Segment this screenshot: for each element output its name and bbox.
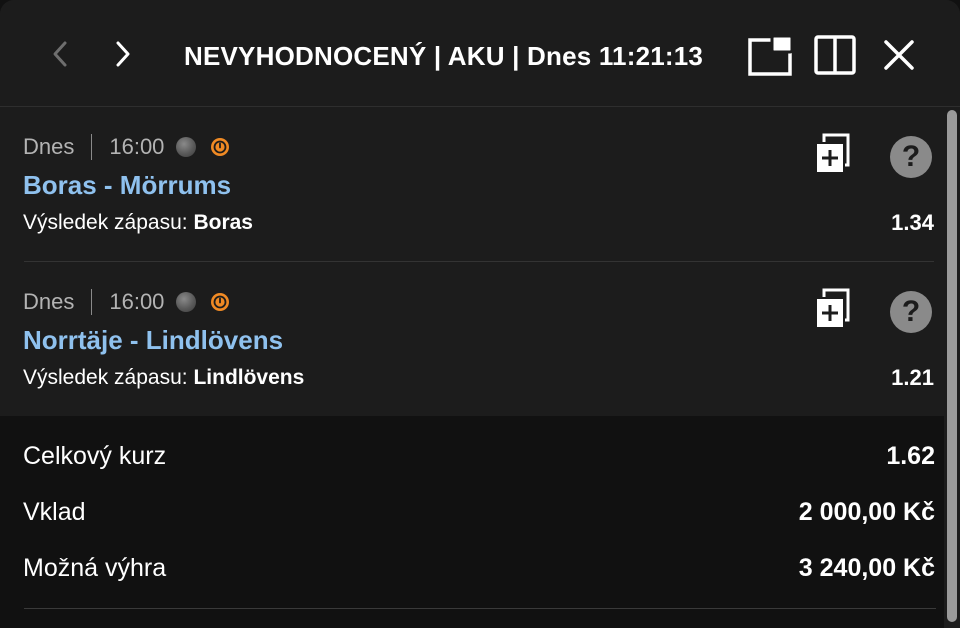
possible-win-label: Možná výhra <box>23 553 167 582</box>
bet-detail-window: NEVYHODNOCENÝ | AKU | Dnes 11:21:13 Dnes <box>0 0 960 628</box>
pick-label: Výsledek zápasu: <box>23 211 188 234</box>
divider <box>24 608 936 609</box>
bet-item: Dnes 16:00 Norrtäje - Lindlövens Výslede… <box>0 262 944 416</box>
bet-time: 16:00 <box>109 134 165 159</box>
help-icon[interactable]: ? <box>890 291 932 333</box>
possible-win-row: Možná výhra 3 240,00 Kč <box>23 552 935 584</box>
total-odds-row: Celkový kurz 1.62 <box>23 440 935 472</box>
bet-day: Dnes <box>23 289 75 314</box>
popout-button[interactable] <box>748 32 794 78</box>
close-icon <box>884 40 914 70</box>
stake-row: Vklad 2 000,00 Kč <box>23 496 935 528</box>
bet-item: Dnes 16:00 Boras - Mörrums Výsledek zápa… <box>0 107 944 262</box>
live-clock-icon <box>211 293 230 311</box>
header: NEVYHODNOCENÝ | AKU | Dnes 11:21:13 <box>0 0 960 107</box>
bet-pick: Výsledek zápasu: Boras <box>23 209 253 237</box>
live-clock-icon <box>211 138 230 156</box>
split-view-button[interactable] <box>812 32 858 78</box>
bet-list: Dnes 16:00 Boras - Mörrums Výsledek zápa… <box>0 107 944 416</box>
total-odds-value: 1.62 <box>886 441 935 470</box>
status-dot-icon <box>176 292 197 312</box>
pick-label: Výsledek zápasu: <box>23 366 188 389</box>
separator <box>91 134 93 160</box>
bet-odds: 1.21 <box>891 365 934 390</box>
match-link[interactable]: Boras - Mörrums <box>23 169 231 201</box>
bet-time: 16:00 <box>109 289 165 314</box>
chevron-left-icon <box>53 41 67 67</box>
bet-odds: 1.34 <box>891 210 934 235</box>
pick-value: Boras <box>193 211 253 234</box>
close-button[interactable] <box>876 32 922 78</box>
page-title: NEVYHODNOCENÝ | AKU | Dnes 11:21:13 <box>184 41 704 71</box>
split-view-icon <box>814 35 856 75</box>
popout-window-icon <box>748 34 794 76</box>
chevron-right-icon <box>116 41 130 67</box>
ticket-summary: Celkový kurz 1.62 Vklad 2 000,00 Kč Možn… <box>0 416 944 628</box>
match-link[interactable]: Norrtäje - Lindlövens <box>23 324 283 356</box>
bet-day: Dnes <box>23 134 75 159</box>
stake-value: 2 000,00 Kč <box>798 497 935 526</box>
status-dot-icon <box>176 137 197 157</box>
add-to-ticket-icon[interactable] <box>812 288 852 330</box>
next-button[interactable] <box>103 34 143 74</box>
separator <box>91 289 93 315</box>
bet-meta: Dnes 16:00 <box>23 133 230 161</box>
bet-pick: Výsledek zápasu: Lindlövens <box>23 364 304 392</box>
scrollbar-thumb[interactable] <box>947 110 957 622</box>
previous-button[interactable] <box>40 34 80 74</box>
bet-meta: Dnes 16:00 <box>23 288 230 316</box>
add-to-ticket-icon[interactable] <box>812 133 852 175</box>
stake-label: Vklad <box>23 497 86 526</box>
pick-value: Lindlövens <box>193 366 305 389</box>
possible-win-value: 3 240,00 Kč <box>798 553 935 582</box>
help-icon[interactable]: ? <box>890 136 932 178</box>
total-odds-label: Celkový kurz <box>23 441 167 470</box>
